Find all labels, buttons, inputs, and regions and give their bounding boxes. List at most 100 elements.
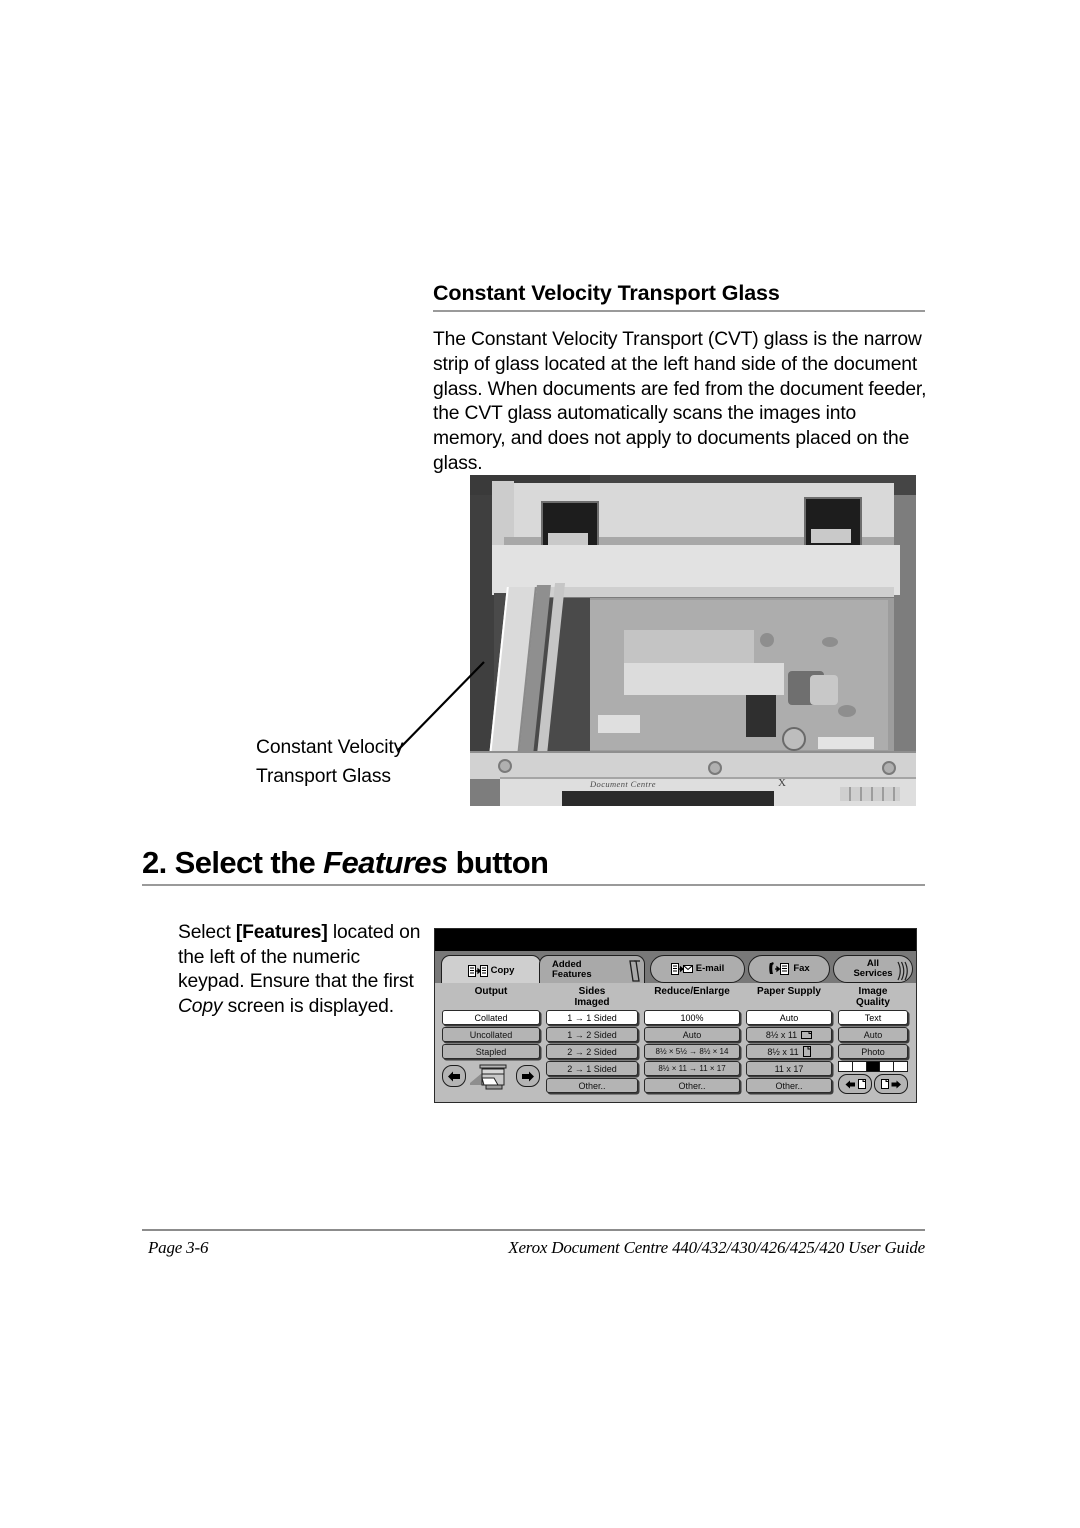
tab-added-features-label-line2: Features: [552, 968, 592, 980]
tab-all-services-label-line2: Services: [853, 968, 893, 979]
copier-photograph: Document Centre X: [470, 475, 916, 806]
button-reduce-other[interactable]: Other..: [644, 1078, 740, 1093]
column-output: Output Collated Uncollated Stapled: [439, 985, 543, 1095]
photo-x-mark: X: [778, 777, 786, 789]
button-85x55-to-85x14[interactable]: 8½ × 5½ → 8½ × 14: [644, 1044, 740, 1059]
button-paper-85x11-landscape[interactable]: 8½ x 11: [746, 1027, 832, 1042]
lightness-slider[interactable]: [838, 1061, 908, 1072]
photo-internal-hole-1: [760, 633, 774, 647]
lighten-arrow-icon: [845, 1080, 855, 1088]
tab-fax[interactable]: Fax: [748, 955, 830, 983]
button-paper-auto[interactable]: Auto: [746, 1010, 832, 1025]
section-heading-cvt-glass: Constant Velocity Transport Glass: [433, 281, 780, 305]
darken-page-icon: [880, 1079, 889, 1089]
landscape-page-icon: [801, 1030, 813, 1039]
lightness-segment-3[interactable]: [866, 1062, 880, 1071]
lightness-segment-1[interactable]: [839, 1062, 852, 1071]
photo-machine-frame: [470, 751, 916, 779]
section-body-cvt-glass: The Constant Velocity Transport (CVT) gl…: [433, 329, 927, 474]
section-heading-text-after: button: [455, 845, 549, 880]
column-paper-supply: Paper Supply Auto 8½ x 11 8½ x 11 11 x 1…: [743, 985, 835, 1095]
touchscreen-content-area: Output Collated Uncollated Stapled Sides…: [435, 983, 916, 1102]
email-envelope-icon: [670, 962, 693, 975]
button-1-to-2-sided[interactable]: 1 → 2 Sided: [546, 1027, 638, 1042]
photo-feeder-fill-right: [811, 529, 851, 543]
tab-copy-label: Copy: [490, 964, 515, 976]
button-1-to-1-sided[interactable]: 1 → 1 Sided: [546, 1010, 638, 1025]
button-quality-text[interactable]: Text: [838, 1010, 908, 1025]
column-sides-imaged: Sides Imaged 1 → 1 Sided 1 → 2 Sided 2 →…: [543, 985, 641, 1095]
photo-scanner-top-rail: [542, 587, 894, 598]
output-navigation-row: [442, 1061, 540, 1091]
column-image-quality-header-line2: Quality: [856, 997, 890, 1008]
button-85x11-to-11x17[interactable]: 8½ × 11 → 11 × 17: [644, 1061, 740, 1076]
button-paper-other[interactable]: Other..: [746, 1078, 832, 1093]
tab-added-features-label-line1: Added: [552, 958, 582, 970]
button-paper-85x11-portrait-label: 8½ x 11: [767, 1046, 799, 1057]
fax-phone-icon: [769, 962, 790, 975]
instruction-text-1: Select: [178, 922, 236, 943]
photo-frame-screw-3: [882, 761, 896, 775]
button-stapled[interactable]: Stapled: [442, 1044, 540, 1059]
caption-leader-line: [397, 661, 485, 751]
photo-internal-hole-3: [838, 705, 856, 717]
tab-fax-label: Fax: [793, 963, 810, 974]
copier-illustration: [470, 1064, 507, 1090]
tab-email[interactable]: E-mail: [650, 955, 745, 983]
button-paper-85x11-portrait[interactable]: 8½ x 11: [746, 1044, 832, 1059]
photo-internal-hole-2: [822, 637, 838, 647]
tab-copy[interactable]: Copy: [441, 955, 541, 985]
heading-rule-2: [142, 884, 925, 886]
photo-brand-label: Document Centre: [590, 779, 656, 789]
section-body-select-features: Select [Features] located on the left of…: [178, 921, 423, 1019]
lighten-page-icon: [857, 1079, 866, 1089]
lightness-arrow-row: [838, 1074, 908, 1094]
tab-added-features[interactable]: Added Features: [539, 955, 645, 983]
footer-page-number: Page 3-6: [148, 1238, 209, 1257]
tab-edge-lines-icon: [629, 960, 640, 982]
button-next-output[interactable]: [516, 1065, 540, 1087]
button-sides-other[interactable]: Other..: [546, 1078, 638, 1093]
column-output-header: Output: [474, 986, 508, 997]
column-sides-imaged-header: Sides Imaged: [543, 985, 641, 1010]
button-darken[interactable]: [874, 1074, 908, 1094]
heading-rule-1: [433, 310, 925, 312]
button-quality-photo[interactable]: Photo: [838, 1044, 908, 1059]
tab-all-services[interactable]: All Services: [833, 955, 913, 983]
column-reduce-enlarge: Reduce/Enlarge 100% Auto 8½ × 5½ → 8½ × …: [641, 985, 743, 1095]
button-lighten[interactable]: [838, 1074, 872, 1094]
button-paper-11x17[interactable]: 11 x 17: [746, 1061, 832, 1076]
button-previous-output[interactable]: [442, 1065, 466, 1087]
button-2-to-2-sided[interactable]: 2 → 2 Sided: [546, 1044, 638, 1059]
instruction-features-key: [Features]: [235, 922, 328, 943]
button-collated[interactable]: Collated: [442, 1010, 540, 1025]
photo-control-panel-keys: [840, 787, 900, 801]
touchscreen-title-bar: [435, 929, 916, 951]
darken-arrow-icon: [891, 1080, 901, 1088]
button-100-percent[interactable]: 100%: [644, 1010, 740, 1025]
button-uncollated[interactable]: Uncollated: [442, 1027, 540, 1042]
button-quality-auto[interactable]: Auto: [838, 1027, 908, 1042]
footer-rule: [142, 1229, 925, 1231]
photo-internal-knob: [782, 727, 806, 751]
copier-touchscreen-panel: Copy Added Features E-mail Fax All Servi…: [434, 928, 917, 1103]
button-2-to-1-sided[interactable]: 2 → 1 Sided: [546, 1061, 638, 1076]
feature-columns: Output Collated Uncollated Stapled Sides…: [439, 985, 912, 1095]
lightness-segment-5[interactable]: [894, 1062, 907, 1071]
tab-email-label: E-mail: [695, 963, 725, 974]
photo-internal-black-component: [746, 695, 776, 737]
button-reduce-auto[interactable]: Auto: [644, 1027, 740, 1042]
photo-internal-panel-c: [598, 715, 640, 733]
photo-internal-panel-b: [624, 663, 784, 695]
lightness-segment-4[interactable]: [880, 1062, 894, 1071]
button-paper-85x11-landscape-label: 8½ x 11: [765, 1029, 798, 1040]
column-image-quality-header: Image Quality: [835, 985, 911, 1010]
photo-caption-line2: Transport Glass: [256, 766, 391, 787]
column-image-quality: Image Quality Text Auto Photo: [835, 985, 911, 1095]
photo-frame-screw-1: [498, 759, 512, 773]
section-heading-number: 2.: [142, 845, 167, 880]
photo-control-panel-screen: [562, 791, 774, 806]
lightness-segment-2[interactable]: [852, 1062, 866, 1071]
column-sides-imaged-header-line1: Sides: [578, 986, 606, 997]
column-reduce-enlarge-header: Reduce/Enlarge: [654, 986, 730, 997]
